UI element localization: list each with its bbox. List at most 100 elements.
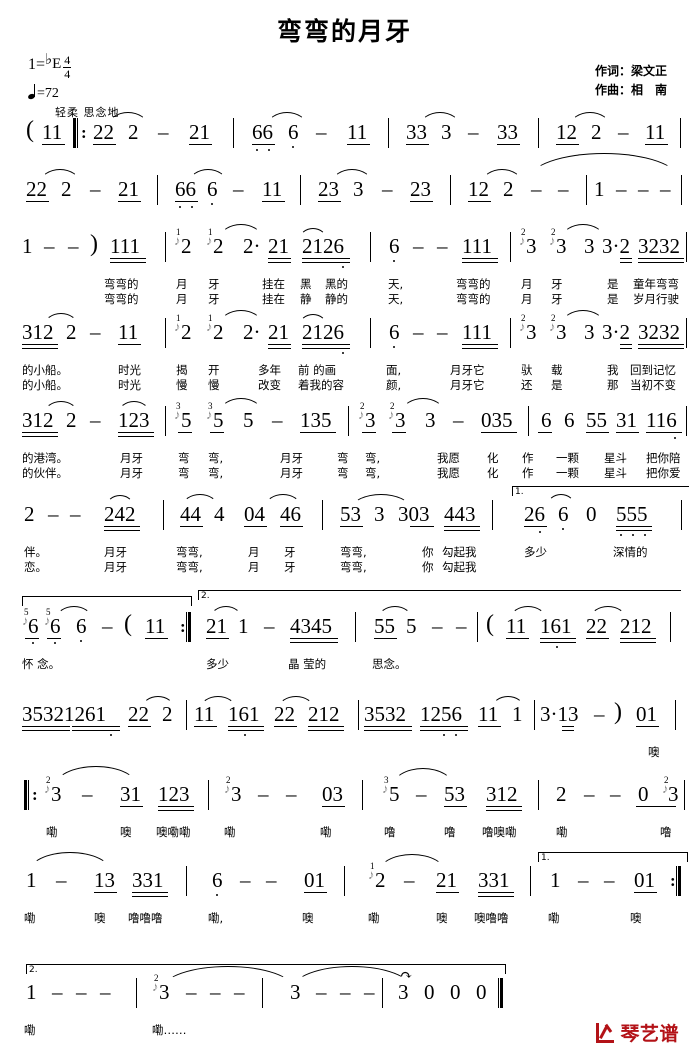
lyric-syllable: 嘞,: [208, 911, 224, 925]
dash: –: [240, 868, 251, 892]
note: 3: [556, 234, 567, 258]
lyric-syllable: 作: [522, 466, 534, 480]
lyric-syllable: 噜噢嘞: [482, 825, 517, 839]
lyric-syllable: 月牙: [104, 560, 127, 574]
lyric-syllable: 噜: [660, 825, 672, 839]
flat-icon: ♭: [45, 52, 53, 68]
dash: –: [531, 177, 542, 201]
volta-2-bracket: [198, 590, 681, 600]
note: 2: [128, 120, 139, 144]
lyric-syllable: 牙: [284, 545, 296, 559]
dash: –: [638, 177, 649, 201]
dash: –: [266, 868, 277, 892]
barline: [382, 978, 384, 1008]
lyrics-verse-1: 伴。 月牙 弯弯, 月 牙 弯弯, 你 勾起我 多少 深情的: [0, 544, 689, 559]
note-group: 555: [616, 502, 648, 526]
note: 2: [591, 120, 602, 144]
note: 1: [26, 868, 37, 892]
barline: [186, 700, 188, 730]
grace-note-icon: ♪: [44, 781, 51, 796]
note-group: 21: [268, 234, 289, 258]
note-group: 111: [462, 234, 492, 258]
dash: –: [82, 782, 93, 806]
lyric-syllable: 嘞……: [152, 1023, 187, 1037]
note-dotted: 3·2: [602, 320, 630, 344]
note: 1: [512, 702, 523, 726]
grace-note-icon: ♪: [549, 233, 556, 248]
note-group: 31: [120, 782, 141, 806]
lyric-syllable: 我: [607, 363, 619, 377]
barline: [370, 232, 372, 262]
dash: –: [286, 782, 297, 806]
lyric-syllable: 深情的: [613, 545, 648, 559]
note: 3: [526, 234, 537, 258]
barline: [510, 232, 512, 262]
note-group: 11: [347, 120, 368, 144]
lyric-syllable: 把你陪: [646, 451, 681, 465]
time-signature: 4 4: [63, 54, 72, 80]
lyric-syllable: 静的: [325, 292, 348, 306]
site-logo[interactable]: 琴艺谱: [595, 1019, 679, 1046]
lyric-syllable: 慢: [208, 378, 220, 392]
repeat-start-barline: [24, 780, 29, 810]
lyric-syllable: 月: [176, 292, 188, 306]
repeat-dots: :: [180, 617, 186, 636]
dash: –: [456, 614, 467, 638]
lyric-syllable: 恋。: [24, 560, 47, 574]
lyric-syllable: 弯: [337, 466, 349, 480]
note-group: 53: [444, 782, 465, 806]
staff-line-6: 2 – – 242 44 4 04 46 53 3 303 443 1. 26 …: [0, 486, 689, 574]
note-group: 11: [194, 702, 215, 726]
lyricist-credit: 作词：梁文正: [594, 64, 667, 78]
note: 5: [213, 408, 224, 432]
note: 4: [214, 502, 225, 526]
grace-note-icon: ♪: [368, 867, 375, 882]
lyric-syllable: 噢: [630, 911, 642, 925]
note-group: 04: [244, 502, 265, 526]
note-group: 21: [189, 120, 210, 144]
barline: [538, 780, 540, 810]
note: 1: [238, 614, 249, 638]
lyric-syllable: 是: [551, 378, 563, 392]
lyric-syllable: 嘞: [548, 911, 560, 925]
lyric-syllable: 挂在: [262, 292, 285, 306]
repeat-dots: :: [670, 871, 676, 890]
barline: [322, 500, 324, 530]
dash: –: [44, 234, 55, 258]
staff-line-3: 1 – – ) 111 1 ♪ 2 1 ♪ 2 2· 21 2126 6 – –…: [0, 224, 689, 306]
barline: [675, 700, 677, 730]
note-group: 01: [636, 702, 657, 726]
note: 2: [375, 868, 386, 892]
note-group: 13: [94, 868, 115, 892]
lyrics-verse-1: 怀 念。 多少 晶 莹的 思念。: [0, 656, 689, 671]
barline: [477, 612, 479, 642]
barline: [355, 612, 357, 642]
dash: –: [558, 177, 569, 201]
dash: –: [76, 980, 87, 1004]
lyric-syllable: 一颗: [556, 466, 579, 480]
quarter-note-icon: [27, 84, 37, 101]
note: 2: [66, 320, 77, 344]
lyric-syllable: 时光: [118, 378, 141, 392]
lyric-syllable: 弯弯的: [104, 277, 139, 291]
grace-note-icon: ♪: [382, 781, 389, 796]
barline: [362, 780, 364, 810]
dash: –: [594, 702, 605, 726]
open-paren: (: [124, 611, 132, 637]
lyric-syllable: 月: [248, 545, 260, 559]
lyric-syllable: 牙: [208, 292, 220, 306]
lyric-syllable: 噢噜噜: [474, 911, 509, 925]
lyric-syllable: 弯弯的: [104, 292, 139, 306]
lyric-syllable: 弯,: [208, 466, 224, 480]
note-group: 11: [145, 614, 166, 638]
volta-number: 2.: [29, 965, 38, 975]
lyric-syllable: 静: [300, 292, 312, 306]
composer-credit: 作曲：相 南: [594, 82, 667, 97]
note: 3: [526, 320, 537, 344]
dash: –: [70, 502, 81, 526]
lyric-syllable: 颜,: [386, 378, 402, 392]
note-group: 331: [478, 868, 510, 892]
note-dotted: 2·: [243, 320, 261, 344]
note: 3: [584, 320, 595, 344]
grace-note-icon: ♪: [206, 319, 213, 334]
